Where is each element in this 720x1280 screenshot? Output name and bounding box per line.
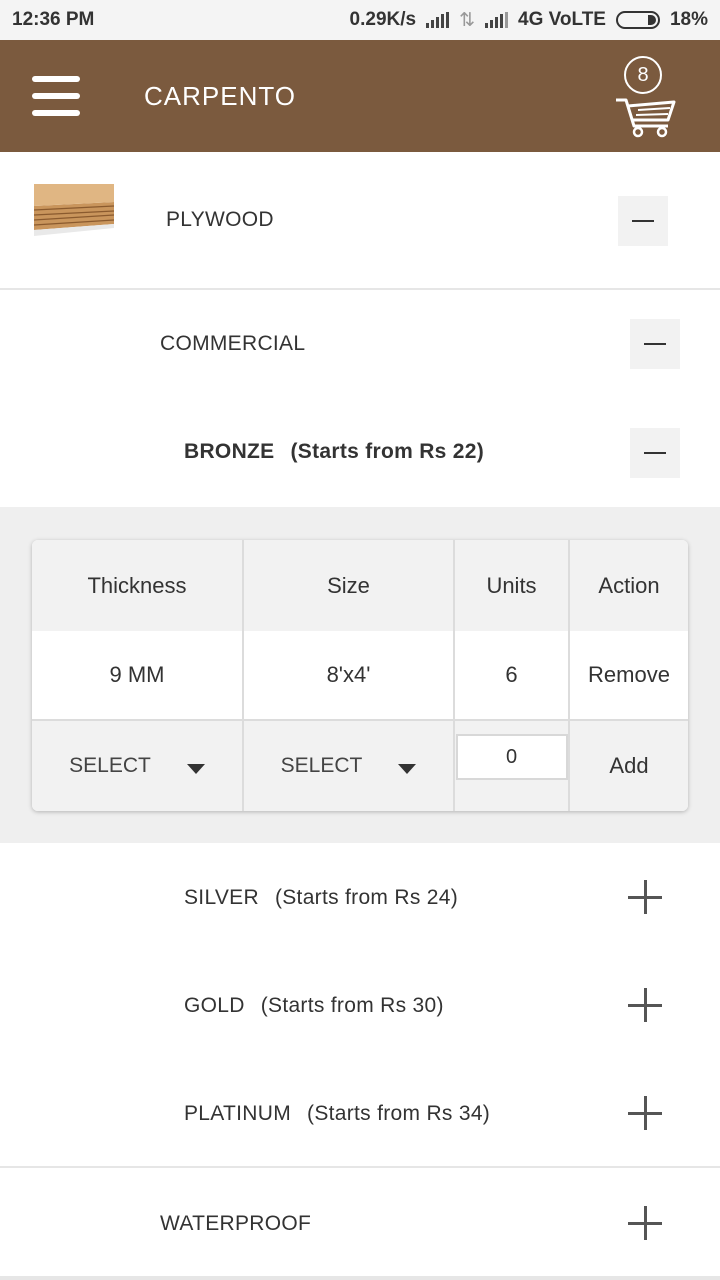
minus-icon: [644, 452, 666, 454]
network-type: 4G VoLTE: [518, 9, 606, 30]
collapse-bronze-button[interactable]: [630, 428, 680, 478]
grade-gold-label: GOLD: [184, 994, 245, 1017]
subcategory-commercial-label[interactable]: COMMERCIAL: [160, 332, 305, 356]
subcategory-waterproof-label[interactable]: WATERPROOF: [160, 1212, 311, 1236]
minus-icon: [632, 220, 654, 222]
status-indicators: 0.29K/s ⇅ 4G VoLTE 18%: [350, 9, 708, 32]
cell-thickness: 9 MM: [32, 631, 244, 719]
grade-gold-row[interactable]: GOLD (Starts from Rs 30): [184, 994, 444, 1018]
header-units: Units: [455, 540, 570, 631]
header-thickness: Thickness: [32, 540, 244, 631]
grade-platinum-label: PLATINUM: [184, 1102, 292, 1125]
thickness-select-value: SELECT: [69, 754, 151, 777]
battery-icon: [615, 11, 660, 29]
expand-gold-icon[interactable]: [628, 988, 662, 1022]
category-plywood-label[interactable]: PLYWOOD: [166, 208, 274, 232]
cart-icon: [616, 98, 676, 138]
caret-down-icon: [186, 764, 205, 774]
table-input-row: SELECT SELECT Add: [32, 721, 688, 811]
battery-level: 18%: [669, 9, 708, 30]
divider: [0, 288, 720, 290]
units-cell: [455, 721, 570, 811]
bronze-table-panel: Thickness Size Units Action 9 MM 8'x4' 6…: [0, 507, 720, 843]
status-bar: 12:36 PM 0.29K/s ⇅ 4G VoLTE 18%: [0, 0, 720, 40]
expand-waterproof-icon[interactable]: [628, 1206, 662, 1240]
signal-icon: [426, 12, 450, 28]
header-action: Action: [598, 572, 660, 598]
network-speed: 0.29K/s: [349, 9, 417, 30]
signal-icon-2: [485, 12, 508, 28]
expand-platinum-icon[interactable]: [628, 1096, 662, 1130]
header-size: Size: [244, 540, 455, 631]
size-select[interactable]: SELECT: [244, 721, 455, 811]
cart-button[interactable]: 8: [614, 54, 680, 138]
grade-platinum-row[interactable]: PLATINUM (Starts from Rs 34): [184, 1102, 490, 1126]
grade-bronze-label: BRONZE: [184, 440, 275, 463]
grade-silver-row[interactable]: SILVER (Starts from Rs 24): [184, 886, 458, 910]
menu-icon[interactable]: [32, 76, 80, 116]
thickness-select[interactable]: SELECT: [32, 721, 244, 811]
grade-bronze-row[interactable]: BRONZE (Starts from Rs 22): [184, 440, 484, 464]
data-transfer-icon: ⇅: [459, 9, 475, 31]
order-table: Thickness Size Units Action 9 MM 8'x4' 6…: [32, 540, 688, 811]
table-header: Thickness Size Units Action: [32, 540, 688, 631]
size-select-value: SELECT: [280, 754, 363, 777]
grade-silver-label: SILVER: [184, 886, 259, 909]
app-bar: CARPENTO 8: [0, 40, 720, 152]
divider: [0, 1166, 720, 1168]
status-time: 12:36 PM: [12, 9, 95, 30]
cell-units: 6: [455, 631, 570, 719]
collapse-commercial-button[interactable]: [630, 319, 680, 369]
caret-down-icon: [398, 764, 417, 774]
cell-size: 8'x4': [244, 631, 455, 719]
grade-platinum-price: (Starts from Rs 34): [307, 1102, 491, 1125]
add-button[interactable]: Add: [570, 721, 688, 811]
grade-bronze-price: (Starts from Rs 22): [290, 440, 485, 463]
divider: [0, 1276, 720, 1280]
table-row: 9 MM 8'x4' 6 Remove: [32, 631, 688, 721]
minus-icon: [644, 343, 666, 345]
units-input[interactable]: [455, 734, 568, 780]
grade-gold-price: (Starts from Rs 30): [260, 994, 444, 1017]
remove-button[interactable]: Remove: [570, 631, 688, 719]
plywood-thumbnail: [34, 184, 114, 236]
app-title: CARPENTO: [144, 80, 296, 111]
collapse-plywood-button[interactable]: [618, 196, 668, 246]
expand-silver-icon[interactable]: [628, 880, 662, 914]
grade-silver-price: (Starts from Rs 24): [274, 886, 459, 909]
